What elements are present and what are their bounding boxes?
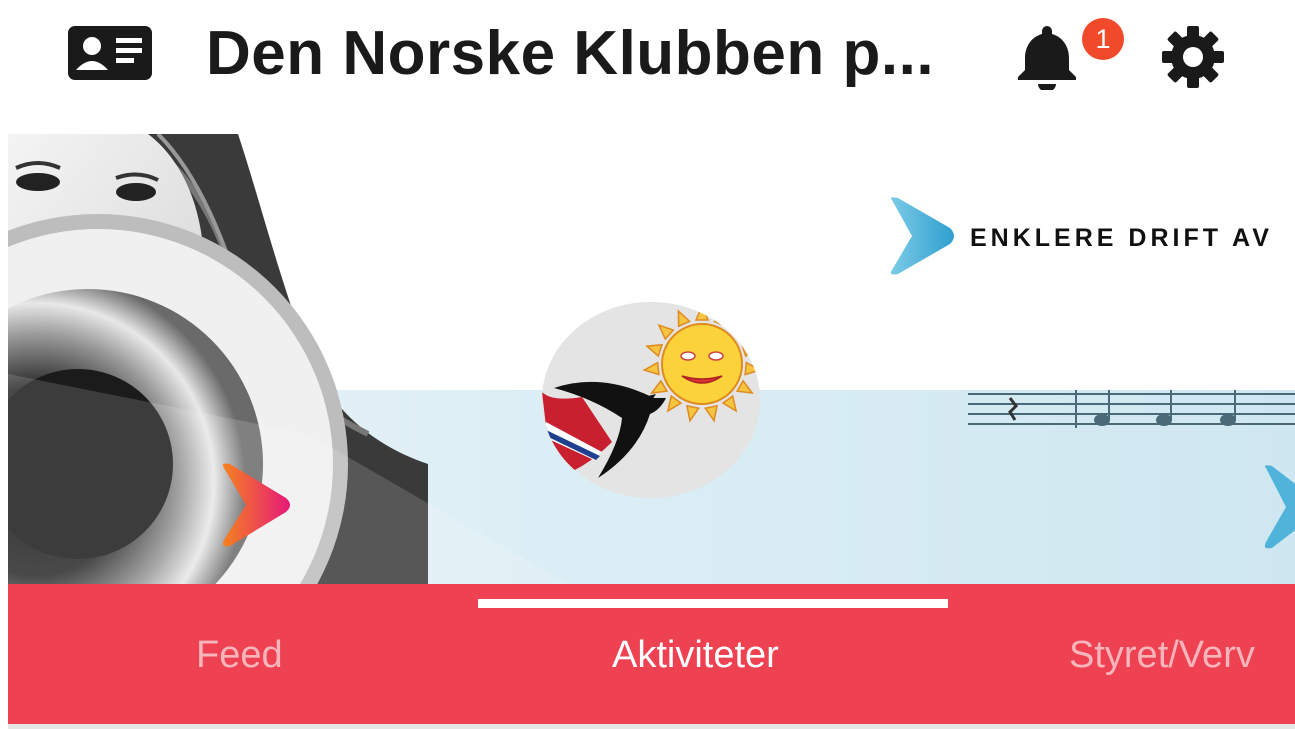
tab-feed[interactable]: Feed [196, 634, 283, 677]
club-logo-image [542, 302, 760, 498]
tab-bar: Feed Aktiviteter Styret/Verv [8, 584, 1295, 724]
gear-icon[interactable] [1160, 24, 1226, 90]
member-card-icon[interactable] [68, 26, 152, 80]
banner-slogan: ENKLERE DRIFT AV [970, 224, 1273, 252]
orange-arrow-icon [222, 463, 290, 547]
blue-arrow-icon [1264, 465, 1295, 549]
app-header: Den Norske Klubben p... 1 [0, 0, 1295, 130]
music-staff [968, 390, 1295, 428]
tab-indicator [478, 599, 948, 608]
notification-badge: 1 [1082, 18, 1124, 60]
club-banner: ENKLERE DRIFT AV [8, 134, 1295, 584]
tab-aktiviteter[interactable]: Aktiviteter [612, 634, 779, 677]
divider [8, 724, 1295, 729]
bell-icon[interactable] [1014, 22, 1080, 90]
page-title: Den Norske Klubben p... [206, 19, 935, 88]
tab-styret-verv[interactable]: Styret/Verv [1069, 634, 1255, 677]
blue-arrow-icon [890, 197, 954, 275]
club-logo[interactable] [542, 302, 760, 498]
